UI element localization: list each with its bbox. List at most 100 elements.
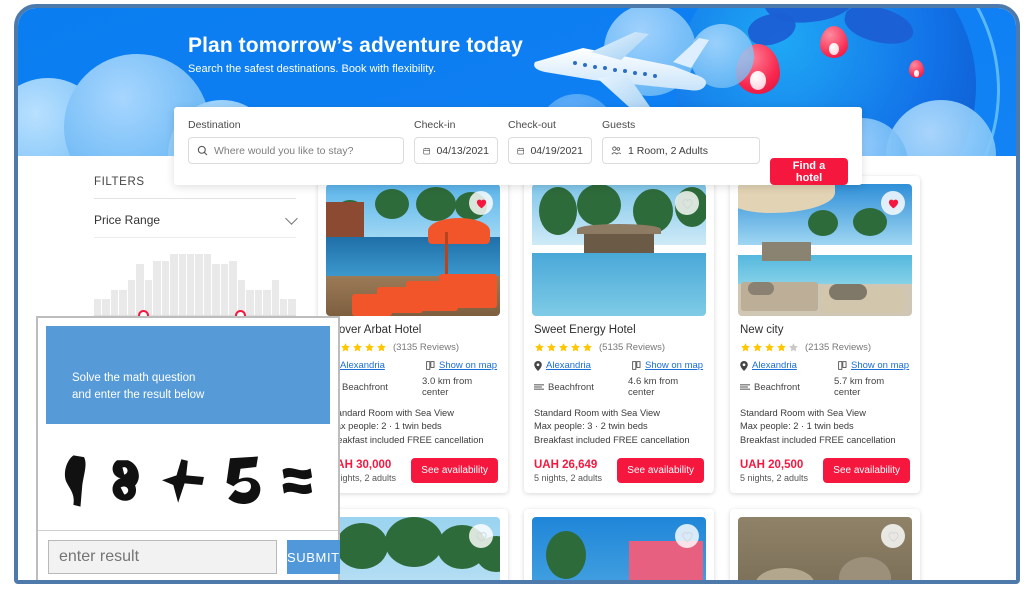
captcha-prompt-line1: Solve the math question (72, 372, 196, 384)
hotel-name: Clover Arbat Hotel (328, 324, 422, 336)
show-on-map-link[interactable]: Show on map (439, 360, 497, 371)
map-pin-icon (820, 26, 848, 58)
hotel-card[interactable] (524, 509, 714, 580)
city-link[interactable]: Alexandria (546, 360, 591, 371)
guests-value: 1 Room, 2 Adults (628, 144, 708, 157)
map-icon (632, 361, 641, 370)
see-availability-button[interactable]: See availability (823, 458, 910, 484)
hotel-card-image (532, 184, 706, 316)
star-icon (777, 343, 786, 352)
room-occupancy: Max people: 2 · 1 twin beds (328, 421, 442, 432)
star-icon (547, 343, 556, 352)
histogram-bar (271, 280, 279, 316)
captcha-glyph-equals (282, 467, 313, 495)
price-details: 5 nights, 2 adults (534, 473, 603, 484)
captcha-glyph-8 (112, 460, 140, 501)
hotel-card-body: Clover Arbat Hotel (3135 Reviews) Alexan… (326, 316, 500, 485)
room-type: Standard Room with Sea View (328, 408, 454, 418)
captcha-dialog: Solve the math question and enter the re… (36, 316, 340, 580)
show-on-map-link[interactable]: Show on map (851, 360, 909, 371)
star-icon (377, 343, 386, 352)
guests-input[interactable]: 1 Room, 2 Adults (602, 137, 760, 164)
star-icon (571, 343, 580, 352)
histogram-bar (220, 263, 229, 316)
price-histogram (94, 254, 296, 321)
hotel-price: UAH 20,500 (740, 459, 804, 472)
price-range-label: Price Range (94, 213, 161, 227)
captcha-image (38, 432, 338, 530)
histogram-bar (102, 299, 110, 316)
hotel-results: Clover Arbat Hotel (3135 Reviews) Alexan… (318, 176, 1016, 580)
hotel-price: UAH 26,649 (534, 459, 598, 472)
hotel-card[interactable] (318, 509, 508, 580)
favorite-button[interactable] (675, 191, 699, 215)
hotel-card[interactable] (730, 509, 920, 580)
star-icon (789, 343, 798, 352)
feature-label: Beachfront (754, 381, 800, 393)
checkout-label: Check-out (508, 119, 556, 131)
histogram-bar (229, 261, 237, 316)
captcha-glyph-5 (226, 456, 261, 504)
review-count: (5135 Reviews) (599, 342, 665, 353)
hotel-card-image (738, 184, 912, 316)
checkin-input[interactable]: 04/13/2021 (414, 137, 498, 164)
favorite-button[interactable] (881, 191, 905, 215)
histogram-bar (212, 263, 220, 316)
map-icon (838, 361, 847, 370)
room-breakfast: Breakfast included FREE cancellation (328, 434, 484, 445)
city-link[interactable]: Alexandria (340, 360, 385, 371)
histogram-bar (203, 254, 212, 316)
hotel-card-image (532, 517, 706, 580)
location-row: Alexandria Show on map (534, 360, 704, 371)
captcha-footer: SUBMIT (38, 530, 340, 580)
destination-input[interactable]: Where would you like to stay? (188, 137, 404, 164)
histogram-bar (161, 261, 170, 316)
find-hotel-button[interactable]: Find a hotel (770, 158, 848, 185)
search-icon (197, 145, 208, 156)
filter-price-range[interactable]: Price Range (94, 199, 298, 238)
hotel-card-image (738, 517, 912, 580)
heart-icon (681, 532, 693, 542)
see-availability-button[interactable]: See availability (411, 458, 498, 484)
histogram-bar (246, 289, 254, 316)
histogram-bar (178, 254, 186, 316)
checkout-input[interactable]: 04/19/2021 (508, 137, 592, 164)
star-icon (365, 343, 374, 352)
hotel-card[interactable]: Clover Arbat Hotel (3135 Reviews) Alexan… (318, 176, 508, 494)
star-icon (765, 343, 774, 352)
hotel-card-row-secondary (318, 509, 958, 580)
banner-subtitle: Search the safest destinations. Book wit… (188, 63, 437, 75)
captcha-submit-button[interactable]: SUBMIT (287, 540, 340, 574)
captcha-result-input[interactable] (48, 540, 277, 574)
histogram-bar (279, 299, 288, 316)
map-pin-icon (909, 60, 924, 78)
hotel-card[interactable]: Sweet Energy Hotel (5135 Reviews) Alexan… (524, 176, 714, 494)
hotel-card-body: Sweet Energy Hotel (5135 Reviews) Alexan… (532, 316, 706, 485)
hotel-card-image (326, 517, 500, 580)
distance-label: 3.0 km from center (422, 376, 473, 398)
city-link[interactable]: Alexandria (752, 360, 797, 371)
favorite-button[interactable] (469, 191, 493, 215)
price-details: 5 nights, 2 adults (740, 473, 809, 484)
price-row: UAH 30,000 5 nights, 2 adults See availa… (328, 458, 498, 484)
histogram-bar (263, 289, 271, 316)
histogram-bar (288, 299, 296, 316)
destination-label: Destination (188, 119, 241, 131)
hotel-card-image (326, 184, 500, 316)
heart-icon (475, 532, 487, 542)
show-on-map-link[interactable]: Show on map (645, 360, 703, 371)
histogram-bar (94, 299, 102, 316)
room-type: Standard Room with Sea View (534, 408, 660, 418)
heart-icon (681, 198, 693, 209)
see-availability-button[interactable]: See availability (617, 458, 704, 484)
calendar-icon (423, 147, 431, 154)
room-breakfast: Breakfast included FREE cancellation (534, 434, 690, 445)
captcha-prompt-line2: and enter the result below (72, 388, 205, 401)
star-icon (583, 343, 592, 352)
checkout-value: 04/19/2021 (530, 144, 583, 157)
histogram-bar (110, 289, 119, 316)
filters-title: FILTERS (94, 176, 145, 188)
heart-icon (888, 199, 898, 208)
distance-label: 5.7 km from center (834, 376, 885, 398)
hotel-card[interactable]: New city (2135 Reviews) Alexandria Show … (730, 176, 920, 494)
